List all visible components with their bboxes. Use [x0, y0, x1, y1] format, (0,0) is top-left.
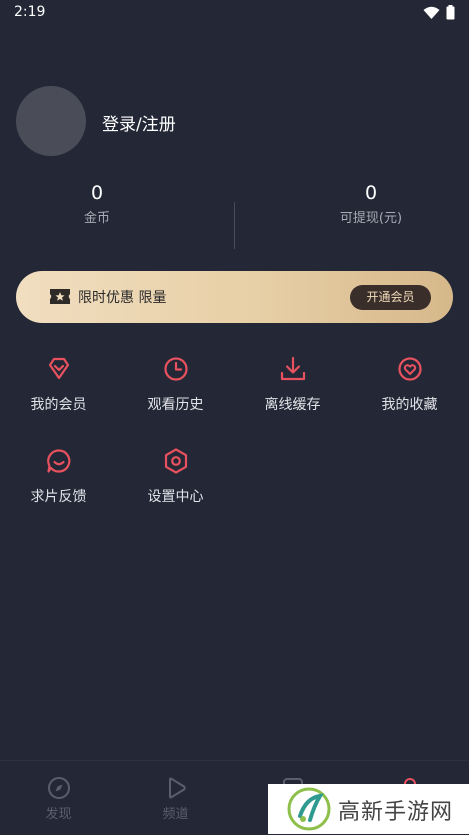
heart-icon	[398, 357, 422, 381]
wifi-icon	[423, 6, 440, 19]
coins-stat[interactable]: 0 金币	[0, 180, 197, 226]
clock-icon	[164, 357, 188, 381]
menu-item-label: 我的会员	[30, 397, 87, 413]
watermark: 高新手游网	[268, 784, 469, 834]
watermark-text: 高新手游网	[338, 800, 454, 825]
nav-tab-discover[interactable]: 发现	[0, 775, 117, 822]
login-register-link[interactable]: 登录/注册	[102, 110, 176, 135]
vip-promo-text: 限时优惠 限量	[78, 290, 167, 306]
menu-item-label: 求片反馈	[30, 489, 87, 505]
menu-item-my-membership[interactable]: 我的会员	[0, 355, 117, 425]
coins-value: 0	[90, 182, 104, 204]
menu-item-label: 观看历史	[147, 397, 204, 413]
withdrawable-stat[interactable]: 0 可提现(元)	[271, 180, 469, 226]
status-time: 2:19	[14, 4, 46, 20]
menu-item-offline-cache[interactable]: 离线缓存	[234, 355, 351, 425]
compass-icon	[47, 777, 70, 799]
vip-promo-banner[interactable]: 限时优惠 限量 开通会员	[16, 271, 453, 323]
stats-divider	[234, 202, 235, 249]
play-icon	[168, 777, 186, 799]
open-vip-button[interactable]: 开通会员	[350, 285, 431, 310]
ticket-star-icon	[50, 289, 70, 304]
menu-item-request-feedback[interactable]: 求片反馈	[0, 447, 117, 517]
diamond-icon	[48, 357, 70, 380]
menu-item-my-favorites[interactable]: 我的收藏	[351, 355, 468, 425]
menu-item-label: 我的收藏	[381, 397, 438, 413]
watermark-logo-icon	[287, 787, 331, 831]
avatar[interactable]	[16, 86, 86, 156]
coins-label: 金币	[83, 211, 110, 226]
hexagon-settings-icon	[164, 448, 188, 474]
profile-section[interactable]: 登录/注册	[16, 86, 436, 158]
status-icons	[423, 5, 455, 20]
menu-item-settings-center[interactable]: 设置中心	[117, 447, 234, 517]
nav-tab-label: 频道	[162, 807, 189, 822]
battery-icon	[446, 5, 455, 20]
status-bar: 2:19	[0, 0, 469, 26]
chat-bubble-icon	[47, 449, 71, 473]
menu-item-label: 离线缓存	[264, 397, 321, 413]
nav-tab-channel[interactable]: 频道	[117, 775, 234, 822]
menu-item-watch-history[interactable]: 观看历史	[117, 355, 234, 425]
download-icon	[280, 356, 306, 381]
menu-item-label: 设置中心	[147, 489, 204, 505]
withdrawable-value: 0	[364, 182, 378, 204]
stats-row: 0 金币 0 可提现(元)	[0, 180, 469, 250]
nav-tab-label: 发现	[45, 807, 72, 822]
withdrawable-label: 可提现(元)	[339, 211, 403, 226]
